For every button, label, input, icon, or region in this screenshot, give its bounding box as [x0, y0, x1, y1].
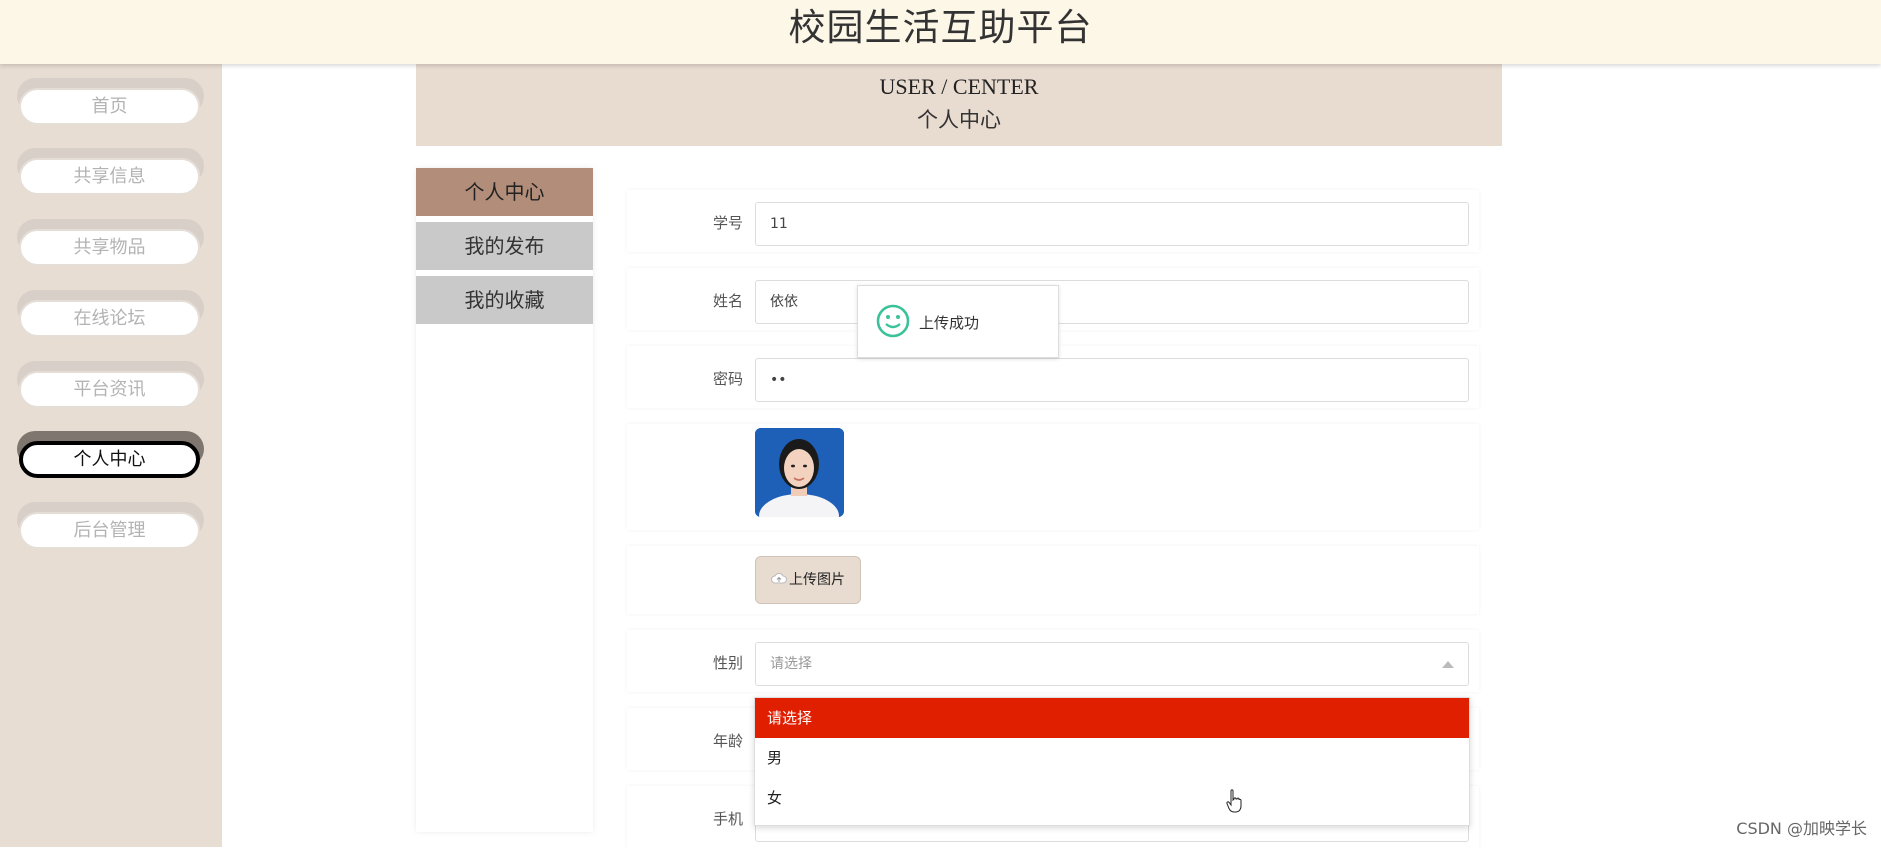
app-header: 校园生活互助平台: [0, 0, 1881, 64]
chevron-up-icon: [1442, 661, 1454, 668]
upload-button-label: 上传图片: [789, 572, 845, 588]
upload-image-button[interactable]: 上传图片: [755, 556, 861, 604]
sidebar-item-shared-items[interactable]: 共享物品: [17, 219, 204, 273]
upload-cloud-icon: [771, 557, 787, 603]
sidebar-item-label: 平台资讯: [19, 371, 200, 408]
gender-select-placeholder: 请选择: [770, 656, 812, 672]
gender-dropdown: 请选择 男 女: [754, 697, 1470, 826]
user-center-banner: USER / CENTER 个人中心: [416, 64, 1502, 146]
name-label: 姓名: [712, 292, 743, 310]
hand-cursor-icon: [1226, 789, 1242, 817]
sidebar-nav: 首页 共享信息 共享物品 在线论坛 平台资讯 个人中心 后台管理: [0, 64, 222, 847]
dropdown-option-male[interactable]: 男: [755, 738, 1469, 778]
form-row-upload: 上传图片: [627, 546, 1479, 614]
tab-my-posts[interactable]: 我的发布: [416, 222, 593, 270]
tab-user-center[interactable]: 个人中心: [416, 168, 593, 216]
gender-label: 性别: [712, 654, 743, 672]
student-id-label: 学号: [712, 214, 743, 232]
smiley-icon: [875, 303, 911, 343]
banner-title-en: USER / CENTER: [879, 74, 1039, 99]
form-row-gender: 性别 请选择: [627, 630, 1479, 692]
dropdown-option-placeholder[interactable]: 请选择: [755, 698, 1469, 738]
watermark: CSDN @加映学长: [1736, 819, 1867, 838]
sidebar-item-news[interactable]: 平台资讯: [17, 361, 204, 415]
phone-label: 手机: [712, 810, 743, 828]
user-center-tabs: 个人中心 我的发布 我的收藏: [416, 168, 593, 832]
sidebar-item-shared-info[interactable]: 共享信息: [17, 148, 204, 202]
sidebar-item-home[interactable]: 首页: [17, 78, 204, 132]
form-row-avatar: [627, 424, 1479, 530]
tab-label: 我的收藏: [464, 288, 545, 312]
app-title: 校园生活互助平台: [788, 6, 1093, 49]
student-id-input[interactable]: 11: [755, 202, 1469, 246]
sidebar-item-label: 后台管理: [19, 512, 200, 549]
banner-title-cn: 个人中心: [917, 108, 1001, 132]
sidebar-item-user-center[interactable]: 个人中心: [17, 431, 204, 485]
tab-label: 个人中心: [464, 180, 545, 204]
password-label: 密码: [712, 370, 743, 388]
upload-success-toast: 上传成功: [857, 285, 1059, 358]
tab-my-favorites[interactable]: 我的收藏: [416, 276, 593, 324]
gender-select[interactable]: 请选择: [755, 642, 1469, 686]
sidebar-item-admin[interactable]: 后台管理: [17, 502, 204, 556]
form-row-student-id: 学号 11: [627, 190, 1479, 252]
sidebar-item-label: 共享信息: [19, 158, 200, 195]
tab-label: 我的发布: [464, 234, 545, 258]
avatar-image: [755, 428, 844, 517]
sidebar-item-label: 共享物品: [19, 229, 200, 266]
age-label: 年龄: [712, 732, 743, 750]
toast-message: 上传成功: [919, 314, 980, 332]
sidebar-item-label: 首页: [19, 88, 200, 125]
sidebar-item-label: 在线论坛: [19, 300, 200, 337]
dropdown-option-female[interactable]: 女: [755, 778, 1469, 818]
sidebar-item-label: 个人中心: [19, 441, 200, 478]
password-input[interactable]: ••: [755, 358, 1469, 402]
sidebar-item-forum[interactable]: 在线论坛: [17, 290, 204, 344]
